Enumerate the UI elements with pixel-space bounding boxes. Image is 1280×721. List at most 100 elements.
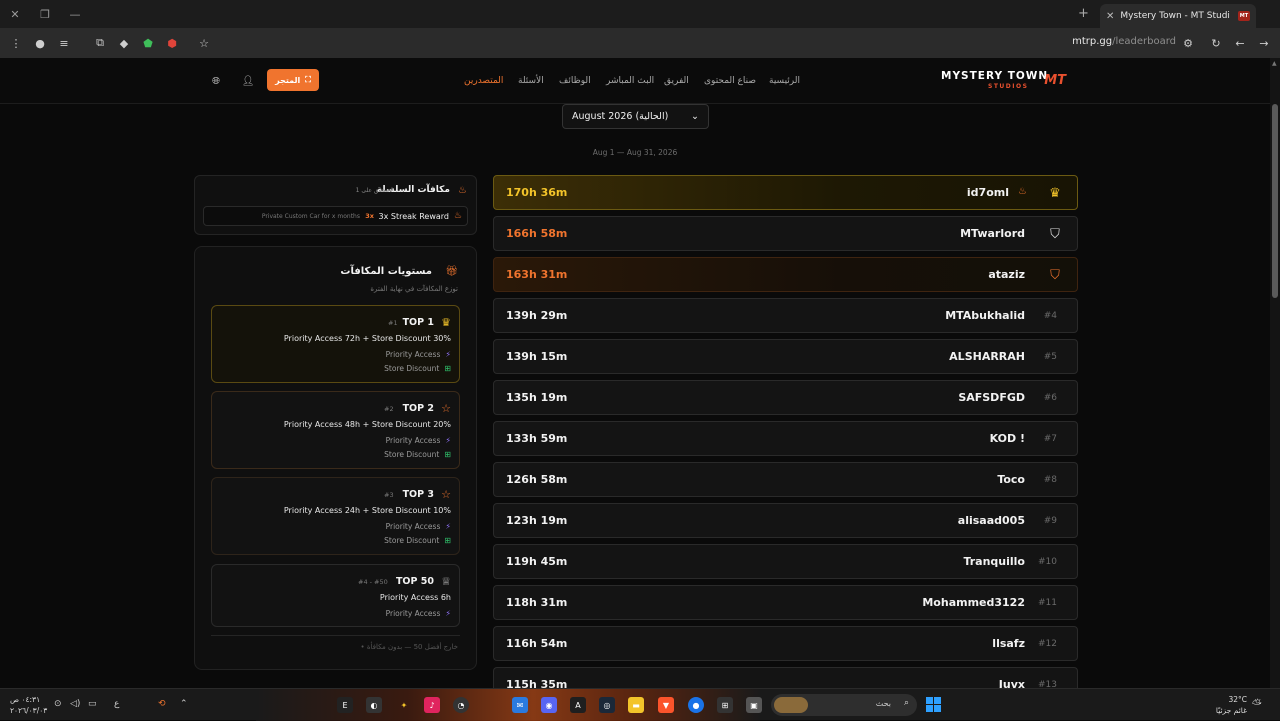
site-logo[interactable]: MYSTERY TOWN STUDIOS MT — [941, 70, 1066, 94]
perk-priority-access: Priority Access ⚡︎ — [386, 436, 451, 445]
menu-icon[interactable]: ⋮ — [8, 35, 24, 51]
player-name: llsafz — [992, 637, 1025, 650]
leaderboard-row[interactable]: 135h 19m SAFSDFGD #6 — [493, 380, 1078, 415]
nav-leaderboard[interactable]: المتصدرين — [464, 76, 503, 86]
player-name: Tranquillo — [963, 555, 1025, 568]
app-icon[interactable]: ◐ — [366, 697, 382, 713]
month-select[interactable]: August 2026 (الحالية) ⌄ — [562, 104, 709, 129]
medal-icon: ⛉ — [1050, 267, 1060, 283]
chevron-up-icon[interactable]: ⌃ — [180, 699, 188, 709]
media-icon[interactable]: ≡ — [56, 35, 72, 51]
tier-name: TOP 1 — [402, 317, 434, 328]
store-button[interactable]: المتجر ⛶ — [267, 69, 319, 91]
leaderboard-row[interactable]: 166h 58m MTwarlord ⛉ — [493, 216, 1078, 251]
back-icon[interactable]: ← — [1232, 35, 1248, 51]
crown-icon: ♛ — [1049, 185, 1061, 201]
leaderboard-row[interactable]: 115h 35m Juvx #13 — [493, 667, 1078, 688]
medal-icon: ⛉ — [1050, 226, 1060, 242]
playtime: 115h 35m — [506, 678, 568, 688]
rank-number: #12 — [1038, 639, 1057, 649]
tiers-title: مستويات المكافآت — [340, 266, 432, 277]
rank-number: #13 — [1038, 680, 1057, 688]
player-name: Juvx — [998, 678, 1025, 688]
chrome-icon[interactable]: ● — [688, 697, 704, 713]
nav-team[interactable]: الفريق — [664, 76, 689, 86]
perk-priority-access: Priority Access ⚡︎ — [386, 522, 451, 531]
taskbar-search[interactable]: بحث ⌕ — [771, 694, 917, 716]
tab-close-icon[interactable]: ✕ — [1106, 11, 1114, 22]
bolt-icon: ⚡︎ — [445, 350, 451, 359]
windows-start-icon[interactable] — [926, 697, 941, 712]
leaderboard-row[interactable]: 170h 36m id7oml ♨ ♛ — [493, 175, 1078, 210]
volume-icon[interactable]: ◁) — [70, 699, 80, 709]
app-icon[interactable]: ◔ — [453, 697, 469, 713]
app-icon[interactable]: A — [570, 697, 586, 713]
bolt-icon: ⚡︎ — [445, 609, 451, 618]
file-explorer-icon[interactable]: ▬ — [628, 697, 644, 713]
store-icon[interactable]: ⊞ — [717, 697, 733, 713]
perk-label: Store Discount — [384, 450, 440, 459]
nav-jobs[interactable]: الوظائف — [559, 76, 591, 86]
rank-number: #5 — [1043, 352, 1057, 362]
extension-icon[interactable]: ◆ — [116, 35, 132, 51]
nav-faq[interactable]: الأسئلة — [518, 76, 544, 86]
tiktok-icon[interactable]: ♪ — [424, 697, 440, 713]
taskbar-clock[interactable]: ٠٤:٣١ ص ٢٠٢٦/٠٣/٠٣ — [10, 694, 47, 716]
new-tab-icon[interactable]: + — [1078, 6, 1089, 21]
sync-icon[interactable]: ⟲ — [158, 699, 166, 709]
player-name: SAFSDFGD — [958, 391, 1025, 404]
reward-tiers-panel: 🎁︎ مستويات المكافآت توزع المكافآت في نها… — [194, 246, 477, 670]
address-bar[interactable]: mtrp.gg/leaderboard — [1072, 36, 1176, 47]
leaderboard-row[interactable]: 126h 58m Toco #8 — [493, 462, 1078, 497]
restore-window-icon[interactable]: ❐ — [30, 0, 60, 28]
leaderboard-row[interactable]: 139h 15m ALSHARRAH #5 — [493, 339, 1078, 374]
perk-store-discount: Store Discount ⊞ — [384, 450, 451, 459]
user-icon[interactable]: 👤︎ — [242, 75, 255, 87]
leaderboard-row[interactable]: 163h 31m ataziz ⛉ — [493, 257, 1078, 292]
minimize-window-icon[interactable]: — — [60, 0, 90, 28]
weather-widget[interactable]: 32°C غائم جزئيًا — [1215, 694, 1247, 716]
mail-icon[interactable]: ✉ — [512, 697, 528, 713]
tier-rank: #4 - #50 — [358, 578, 388, 586]
extensions-icon[interactable]: ⧉ — [92, 35, 108, 51]
discord-icon[interactable]: ◉ — [541, 697, 557, 713]
nav-content-creators[interactable]: صناع المحتوى — [704, 76, 756, 86]
nav-live-stream[interactable]: البث المباشر — [606, 76, 654, 86]
close-window-icon[interactable]: ✕ — [0, 0, 30, 28]
scrollbar-thumb[interactable] — [1272, 104, 1278, 298]
leaderboard-row[interactable]: 123h 19m alisaad005 #9 — [493, 503, 1078, 538]
flame-icon: ♨ — [453, 211, 462, 221]
steam-icon[interactable]: ◎ — [599, 697, 615, 713]
nav-home[interactable]: الرئيسية — [769, 76, 800, 86]
streak-reward-row: ♨ 3x Streak Reward 3x Private Custom Car… — [203, 206, 468, 226]
shield-icon[interactable]: ⬟ — [140, 35, 156, 51]
forward-icon[interactable]: → — [1256, 35, 1272, 51]
rank-number: #7 — [1043, 434, 1057, 444]
streak-reward-desc: Private Custom Car for x months — [261, 213, 360, 220]
leaderboard-row[interactable]: 139h 29m MTAbukhalid #4 — [493, 298, 1078, 333]
profile-icon[interactable]: ● — [32, 35, 48, 51]
bookmark-star-icon[interactable]: ☆ — [196, 35, 212, 51]
scroll-up-icon[interactable]: ▲ — [1272, 60, 1277, 67]
leaderboard-row[interactable]: 119h 45m Tranquillo #10 — [493, 544, 1078, 579]
leaderboard-row[interactable]: 133h 59m KOD ! #7 — [493, 421, 1078, 456]
battery-icon[interactable]: ▭ — [88, 699, 97, 709]
app-icon[interactable]: ✦ — [396, 697, 412, 713]
star-icon: ☆ — [441, 488, 451, 501]
reload-icon[interactable]: ↻ — [1208, 35, 1224, 51]
leaderboard-row[interactable]: 116h 54m llsafz #12 — [493, 626, 1078, 661]
page-scrollbar[interactable]: ▲ — [1270, 58, 1280, 688]
tab-favicon: MT — [1238, 11, 1250, 21]
browser-tab[interactable]: ✕ Mystery Town - MT Studios | MT MT — [1100, 4, 1256, 28]
brave-icon[interactable]: ▼ — [658, 697, 674, 713]
language-indicator[interactable]: ع — [114, 699, 119, 709]
app-icon[interactable]: ▣ — [746, 697, 762, 713]
chevron-down-icon: ⌄ — [691, 111, 699, 122]
streak-reward-multiplier: 3x — [365, 212, 374, 220]
epic-games-icon[interactable]: E — [337, 697, 353, 713]
network-icon[interactable]: ⊙ — [54, 699, 62, 709]
leaderboard-row[interactable]: 118h 31m Mohammed3122 #11 — [493, 585, 1078, 620]
globe-icon[interactable]: 🌐︎ — [210, 75, 222, 87]
brave-icon[interactable]: ⬢ — [164, 35, 180, 51]
site-settings-icon[interactable]: ⚙ — [1180, 35, 1196, 51]
